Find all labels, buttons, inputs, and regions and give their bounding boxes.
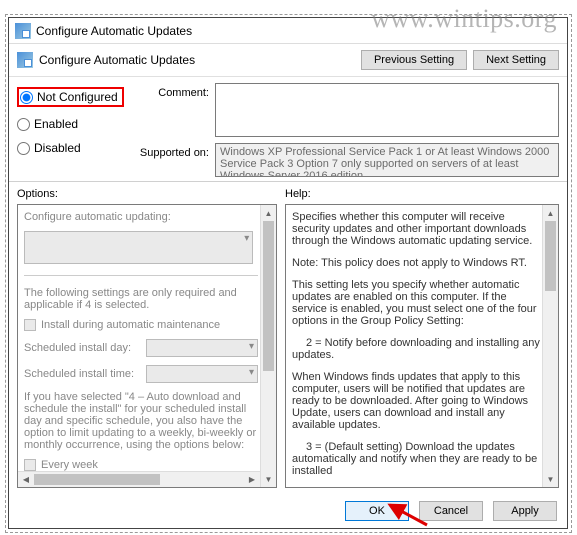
scroll-up-icon[interactable]: ▲ (261, 205, 276, 221)
highlight-not-configured: Not Configured (17, 87, 124, 107)
options-note-2: If you have selected "4 – Auto download … (24, 391, 258, 451)
scroll-down-icon[interactable]: ▼ (261, 471, 276, 487)
help-p6: 3 = (Default setting) Download the updat… (292, 441, 540, 477)
radio-enabled[interactable]: Enabled (17, 117, 137, 131)
comment-textarea[interactable] (215, 83, 559, 137)
supported-label: Supported on: (137, 143, 215, 177)
radio-disabled-label: Disabled (34, 141, 81, 155)
radio-enabled-input[interactable] (17, 118, 30, 131)
dialog-window: Configure Automatic Updates Configure Au… (8, 17, 568, 529)
every-week-checkbox[interactable] (24, 459, 36, 471)
radio-not-configured-label: Not Configured (37, 90, 118, 104)
help-p5: When Windows finds updates that apply to… (292, 371, 540, 431)
scroll-up-icon[interactable]: ▲ (543, 205, 558, 221)
radio-disabled-input[interactable] (17, 142, 30, 155)
sched-time-label: Scheduled install time: (24, 368, 140, 380)
next-setting-button[interactable]: Next Setting (473, 50, 559, 70)
options-hscrollbar[interactable]: ◀ ▶ (18, 471, 260, 487)
help-p2: Note: This policy does not apply to Wind… (292, 257, 540, 269)
options-pane: Configure automatic updating: The follow… (17, 204, 277, 488)
install-maintenance-label: Install during automatic maintenance (41, 319, 220, 331)
cancel-button[interactable]: Cancel (419, 501, 483, 521)
supported-text: Windows XP Professional Service Pack 1 o… (215, 143, 559, 177)
radio-enabled-label: Enabled (34, 117, 78, 131)
options-vscrollbar[interactable]: ▲ ▼ (260, 205, 276, 487)
every-week-label: Every week (41, 459, 98, 471)
options-label: Options: (17, 188, 277, 200)
window-title: Configure Automatic Updates (36, 24, 192, 38)
apply-button[interactable]: Apply (493, 501, 557, 521)
ok-button[interactable]: OK (345, 501, 409, 521)
configure-updating-label: Configure automatic updating: (24, 211, 171, 223)
state-radio-group: Not Configured Enabled Disabled (17, 83, 137, 177)
options-note-1: The following settings are only required… (24, 287, 258, 311)
sched-day-select[interactable] (146, 339, 258, 357)
sched-time-select[interactable] (146, 365, 258, 383)
scroll-left-icon[interactable]: ◀ (18, 472, 34, 487)
install-maintenance-checkbox[interactable] (24, 319, 36, 331)
help-vscrollbar[interactable]: ▲ ▼ (542, 205, 558, 487)
scroll-down-icon[interactable]: ▼ (543, 471, 558, 487)
help-pane: Specifies whether this computer will rec… (285, 204, 559, 488)
policy-icon (17, 52, 33, 68)
dialog-footer: OK Cancel Apply (9, 494, 567, 528)
help-label: Help: (285, 188, 559, 200)
scroll-right-icon[interactable]: ▶ (244, 472, 260, 487)
radio-not-configured-input[interactable] (20, 91, 33, 104)
previous-setting-button[interactable]: Previous Setting (361, 50, 467, 70)
options-content: Configure automatic updating: The follow… (24, 211, 258, 471)
configure-updating-select[interactable] (24, 231, 253, 264)
comment-label: Comment: (137, 83, 215, 137)
radio-disabled[interactable]: Disabled (17, 141, 137, 155)
radio-not-configured[interactable]: Not Configured (20, 90, 118, 104)
help-p3: This setting lets you specify whether au… (292, 279, 540, 327)
header-row: Configure Automatic Updates Previous Set… (9, 44, 567, 77)
policy-title: Configure Automatic Updates (39, 53, 361, 67)
gpedit-icon (15, 23, 31, 39)
config-area: Not Configured Enabled Disabled Comment:… (9, 77, 567, 182)
help-p4: 2 = Notify before downloading and instal… (292, 337, 540, 361)
sched-day-label: Scheduled install day: (24, 342, 140, 354)
help-p1: Specifies whether this computer will rec… (292, 211, 540, 247)
titlebar[interactable]: Configure Automatic Updates (9, 18, 567, 44)
help-content: Specifies whether this computer will rec… (292, 211, 540, 487)
